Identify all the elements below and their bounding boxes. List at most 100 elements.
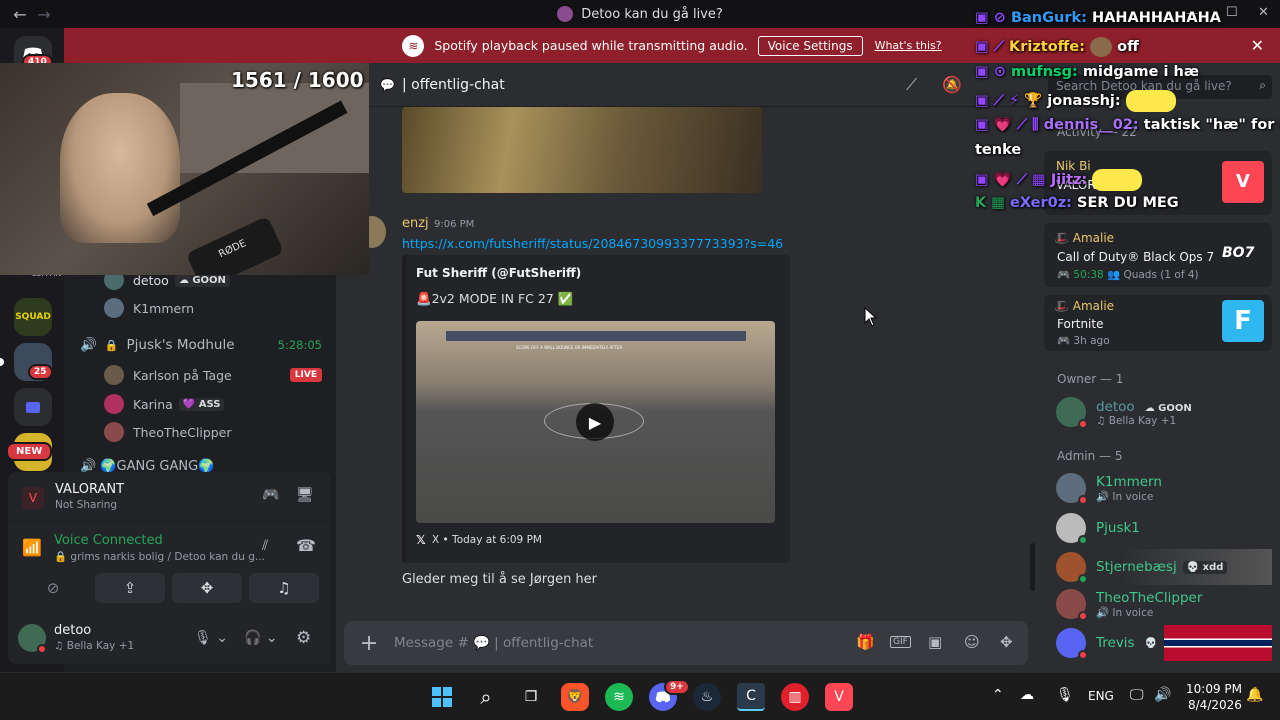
notification-bell-icon[interactable]: 🔔 bbox=[1246, 687, 1263, 703]
onedrive-icon[interactable]: ☁ bbox=[1020, 687, 1034, 703]
lock-icon: 🔒 bbox=[104, 338, 119, 352]
voice-channel-name: Pjusk's Modhule bbox=[126, 337, 235, 353]
embed-author[interactable]: Fut Sheriff (@FutSheriff) bbox=[416, 266, 581, 280]
bo7-logo-icon: BO7 bbox=[1222, 245, 1255, 261]
voice-member-theo[interactable]: TheoTheClipper bbox=[104, 422, 232, 442]
play-button-icon[interactable]: ▶ bbox=[576, 403, 614, 441]
activity-status: Not Sharing bbox=[55, 499, 118, 511]
settings-gear-icon[interactable]: ⚙ bbox=[296, 628, 311, 648]
obs-app-icon[interactable]: C bbox=[737, 683, 765, 711]
notifications-off-icon[interactable]: 🔕 bbox=[942, 75, 962, 94]
member-name: detoo bbox=[1096, 399, 1135, 415]
activity-user: 🎩 Amalie bbox=[1054, 231, 1115, 245]
message-input[interactable]: + Message # 💬 | offentlig-chat 🎁 GIF ▣ ☺… bbox=[344, 621, 1028, 665]
member-status: 🔊 In voice bbox=[1096, 606, 1154, 619]
language-indicator[interactable]: ENG bbox=[1088, 689, 1114, 703]
message-author[interactable]: enzj bbox=[402, 216, 429, 231]
voice-member-karina[interactable]: Karina 💜 ASS bbox=[104, 394, 225, 414]
disconnect-icon[interactable]: ☎ bbox=[296, 536, 316, 555]
avatar bbox=[104, 365, 124, 385]
clock-date[interactable]: 8/4/2026 bbox=[1188, 698, 1242, 712]
voice-member-karlson[interactable]: Karlson på Tage LIVE bbox=[104, 365, 324, 385]
tray-overflow-icon[interactable]: ⌃ bbox=[992, 687, 1004, 703]
member-status: ♫ Bella Kay +1 bbox=[1096, 415, 1177, 427]
member-detoo[interactable]: detoo ☁ GOON ♫ Bella Kay +1 bbox=[1056, 396, 1196, 429]
emoji-icon[interactable]: ☺ bbox=[964, 633, 980, 651]
member-k1mmern[interactable]: K1mmern 🔊 In voice bbox=[1056, 473, 1162, 505]
current-user[interactable]: detoo ♫ Bella Kay +1 bbox=[18, 620, 188, 656]
headphones-icon[interactable]: 🎧 ⌄ bbox=[244, 630, 278, 646]
activity-card-fortnite[interactable]: 🎩 Amalie Fortnite 🎮 3h ago F bbox=[1044, 295, 1272, 351]
windows-start-icon[interactable] bbox=[428, 683, 456, 711]
threads-icon[interactable]: ⟋ bbox=[906, 75, 917, 95]
clock-time[interactable]: 10:09 PM bbox=[1186, 682, 1242, 696]
video-scoreboard bbox=[446, 331, 746, 341]
member-theo[interactable]: TheoTheClipper 🔊 In voice bbox=[1056, 589, 1202, 621]
avatar bbox=[1056, 552, 1088, 584]
live-badge: LIVE bbox=[289, 368, 322, 382]
embed-footer: X • Today at 6:09 PM bbox=[432, 534, 542, 546]
search-icon[interactable]: ⌕ bbox=[472, 683, 500, 711]
gift-icon[interactable]: 🎁 bbox=[856, 633, 875, 651]
task-view-icon[interactable]: ❐ bbox=[517, 683, 545, 711]
close-window-button[interactable]: ✕ bbox=[1258, 5, 1269, 20]
steam-icon[interactable]: ♨ bbox=[693, 683, 721, 711]
soundboard-button[interactable]: ♫ bbox=[249, 573, 319, 603]
voice-member-k1mmern[interactable]: K1mmern bbox=[104, 298, 194, 318]
activity-name: VALORANT bbox=[55, 482, 125, 497]
tray-microphone-icon[interactable]: 🎙 bbox=[1056, 687, 1074, 703]
voice-channel-pjusk[interactable]: 🔊 🔒 Pjusk's Modhule 5:28:05 bbox=[80, 333, 324, 357]
x-logo-icon: 𝕏 bbox=[416, 533, 426, 547]
apps-icon[interactable]: ✥ bbox=[1000, 633, 1013, 651]
noise-suppression-icon[interactable]: ⫽ bbox=[262, 538, 268, 554]
discord-taskbar-badge: 9+ bbox=[664, 679, 690, 695]
activities-button[interactable]: ✥ bbox=[172, 573, 242, 603]
member-pjusk1[interactable]: Pjusk1 bbox=[1056, 513, 1140, 545]
webcam-person bbox=[60, 93, 180, 243]
maximize-button[interactable]: ☐ bbox=[1226, 5, 1238, 20]
microphone-icon[interactable]: 🎙 ⌄ bbox=[194, 630, 228, 646]
voice-status: Voice Connected bbox=[54, 533, 163, 548]
twitch-badge-icon: ▣ ⊙ bbox=[975, 64, 1006, 80]
gif-icon[interactable]: GIF bbox=[890, 636, 911, 648]
red-app-icon[interactable]: ▥ bbox=[781, 683, 809, 711]
twitch-badge-icon: ▣ ⟋ ⚡ 🏆 bbox=[975, 93, 1043, 109]
member-stjernebaesj[interactable]: Stjernebæsj 💀 xdd bbox=[1056, 549, 1272, 585]
server-folder-icon[interactable] bbox=[14, 388, 52, 426]
message-placeholder: Message # 💬 | offentlig-chat bbox=[394, 635, 594, 651]
voice-settings-button[interactable]: Voice Settings bbox=[757, 35, 863, 56]
voice-location[interactable]: 🔒 grims narkis bolig / Detoo kan du g... bbox=[54, 550, 265, 563]
avatar bbox=[104, 422, 124, 442]
owner-header: Owner — 1 bbox=[1057, 372, 1124, 386]
screen-share-icon[interactable]: 🖥 bbox=[296, 487, 314, 503]
brave-browser-icon[interactable]: 🦁 bbox=[561, 683, 589, 711]
admin-header: Admin — 5 bbox=[1057, 449, 1123, 463]
volume-icon[interactable]: 🔊 bbox=[1154, 687, 1171, 703]
sticker-icon[interactable]: ▣ bbox=[928, 633, 942, 651]
close-notice-button[interactable]: ✕ bbox=[1251, 36, 1264, 55]
gamepad-icon[interactable]: 🎮 bbox=[262, 487, 279, 503]
server-squad-icon[interactable]: SQUAD bbox=[14, 298, 52, 336]
camera-off-button[interactable]: ⊘ bbox=[18, 573, 88, 603]
message-link[interactable]: https://x.com/futsheriff/status/20846730… bbox=[402, 236, 783, 251]
signal-icon: 📶 bbox=[22, 538, 42, 557]
message-timestamp: 9:06 PM bbox=[434, 219, 475, 230]
streamer-webcam: RØDE 1561 / 1600 bbox=[0, 63, 369, 275]
member-tag: 💀 xdd bbox=[1182, 560, 1228, 574]
share-screen-button[interactable]: ⇪ bbox=[95, 573, 165, 603]
scrollbar[interactable] bbox=[1030, 543, 1035, 591]
avatar bbox=[1056, 473, 1088, 505]
microphone: RØDE bbox=[185, 215, 285, 275]
member-name: Karina bbox=[133, 396, 173, 412]
valorant-taskbar-icon[interactable]: V bbox=[825, 683, 853, 711]
whats-this-link[interactable]: What's this? bbox=[875, 39, 942, 52]
voice-channel-timer: 5:28:05 bbox=[277, 338, 322, 352]
add-attachment-icon[interactable]: + bbox=[344, 631, 394, 656]
network-icon[interactable]: 🖵 bbox=[1130, 687, 1144, 703]
previous-image-attachment[interactable] bbox=[402, 107, 762, 193]
spotify-icon[interactable]: ≋ bbox=[605, 683, 633, 711]
activity-card-cod[interactable]: 🎩 Amalie Call of Duty® Black Ops 7 🎮 50:… bbox=[1044, 223, 1272, 287]
embed-video[interactable]: SCORE OFF A WALL BOUNCE OR IMMEDIATELY A… bbox=[416, 321, 775, 523]
webcam-background-shelf bbox=[180, 83, 369, 173]
member-trevis[interactable]: Trevis 💀 bbox=[1056, 625, 1272, 661]
